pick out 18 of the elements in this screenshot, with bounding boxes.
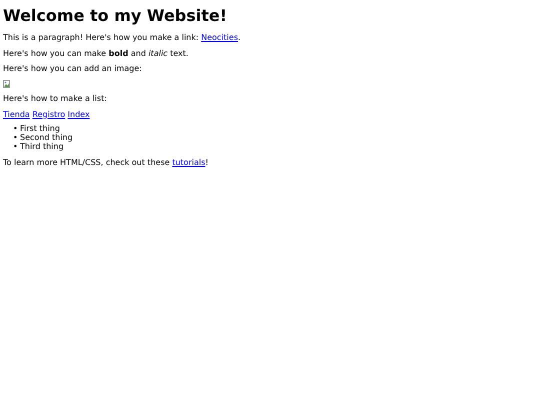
nav-link-text[interactable]: Registro <box>32 110 66 119</box>
nav-link-text[interactable]: Tienda <box>3 110 30 119</box>
bullet: • <box>13 134 16 143</box>
paragraph: Here's how to make a list: <box>3 94 108 104</box>
bullet: • <box>13 142 16 152</box>
list-item: First thing <box>20 125 60 134</box>
paragraph: To learn more HTML/CSS, check out these tutorials! <box>3 158 210 168</box>
bullet: • <box>13 125 16 134</box>
paragraph: Here's how you can make bold and italic text. <box>3 48 190 58</box>
list-item: Third thing <box>20 142 64 152</box>
text-link[interactable]: Neocities <box>201 33 238 42</box>
page-heading: Welcome to my Website! <box>3 6 228 26</box>
broken-image-icon <box>3 80 11 88</box>
list-item: Second thing <box>20 134 73 142</box>
paragraph: Here's how you can add an image: <box>3 64 143 74</box>
text-link[interactable]: tutorials <box>172 158 206 167</box>
nav-link-text[interactable]: Index <box>68 110 90 119</box>
paragraph: This is a paragraph! Here's how you make a link: Neocities. <box>3 33 242 43</box>
